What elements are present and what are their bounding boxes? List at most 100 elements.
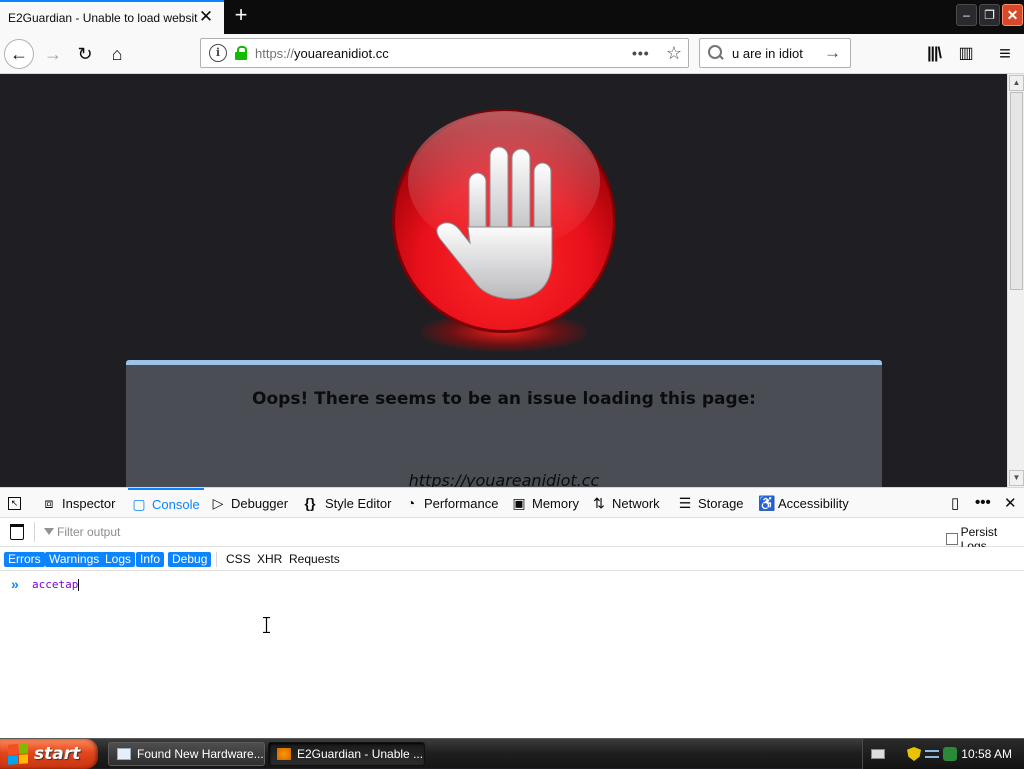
tab-console-label: Console xyxy=(152,496,200,512)
menu-icon[interactable]: ≡ xyxy=(994,43,1016,65)
page-scrollbar[interactable]: ▲ ▼ xyxy=(1007,74,1024,487)
navigation-toolbar: ← → ↻ ⌂ i https://youareanidiot.cc ••• ☆… xyxy=(0,34,1024,74)
system-tray: 10:58 AM xyxy=(862,739,1024,769)
tab-performance-label: Performance xyxy=(424,495,499,511)
hardware-window-icon xyxy=(117,748,131,760)
lock-icon[interactable] xyxy=(235,46,247,60)
filter-output-input[interactable]: Filter output xyxy=(57,525,120,539)
console-category-filters: Errors Warnings Logs Info Debug CSS XHR … xyxy=(0,547,1024,571)
element-picker-icon[interactable]: ↖ xyxy=(8,488,30,518)
library-icon[interactable]: |||\ xyxy=(923,43,945,65)
close-window-button[interactable]: ✕ xyxy=(1002,4,1023,26)
console-input[interactable]: accetap xyxy=(32,578,80,591)
start-button[interactable]: start xyxy=(0,739,98,769)
tab-network-label: Network xyxy=(612,495,660,511)
debugger-icon: ▷ xyxy=(212,494,224,511)
tab-strip: E2Guardian - Unable to load website ✕ + … xyxy=(0,0,1024,34)
site-info-icon[interactable]: i xyxy=(209,44,227,62)
text-caret xyxy=(78,579,80,591)
devtools-close-icon[interactable]: ✕ xyxy=(1004,494,1017,512)
url-host: youareanidiot.cc xyxy=(294,45,389,61)
bookmark-star-icon[interactable]: ☆ xyxy=(660,43,688,64)
devtools-panel: ↖ ⧈ Inspector ▢ Console ▷ Debugger {} Style … xyxy=(0,487,1024,739)
inspector-icon: ⧈ xyxy=(44,494,54,511)
network-icon: ⇅ xyxy=(593,494,605,511)
tab-e2guardian[interactable]: E2Guardian - Unable to load website ✕ xyxy=(0,0,224,34)
style-editor-icon: {} xyxy=(304,495,316,511)
console-filter-bar: Filter output Persist Logs xyxy=(0,518,1024,553)
filter-warnings-button[interactable]: Warnings xyxy=(45,552,104,567)
search-go-icon[interactable]: → xyxy=(824,43,850,63)
tab-accessibility[interactable]: ♿ Accessibility xyxy=(758,488,849,518)
clear-console-trash-icon[interactable] xyxy=(10,524,24,540)
task-e2guardian[interactable]: E2Guardian - Unable ... xyxy=(268,742,425,766)
filter-requests-button[interactable]: Requests xyxy=(285,552,344,567)
start-label: start xyxy=(34,744,81,764)
filter-funnel-icon xyxy=(44,528,54,535)
accessibility-icon: ♿ xyxy=(758,494,776,511)
firefox-icon xyxy=(277,748,291,760)
category-separator xyxy=(216,552,217,567)
volume-tray-icon[interactable] xyxy=(943,747,957,761)
back-button[interactable]: ← xyxy=(4,39,34,69)
filter-info-button[interactable]: Info xyxy=(136,552,165,567)
devtools-tab-bar: ↖ ⧈ Inspector ▢ Console ▷ Debugger {} Style … xyxy=(0,488,1024,518)
keyboard-icon[interactable] xyxy=(871,749,885,759)
reload-button[interactable]: ↻ xyxy=(70,39,100,69)
memory-icon: ▣ xyxy=(512,494,526,511)
persist-logs-box[interactable] xyxy=(946,533,958,545)
filter-css-button[interactable]: CSS xyxy=(222,552,255,567)
page-content: Oops! There seems to be an issue loading… xyxy=(0,74,1007,487)
filter-debug-button[interactable]: Debug xyxy=(168,552,212,567)
stop-hand-icon xyxy=(392,109,616,333)
tab-debugger[interactable]: ▷ Debugger xyxy=(211,488,289,518)
devtools-more-icon[interactable]: ••• xyxy=(975,494,991,511)
console-prompt-icon: » xyxy=(11,576,19,592)
ibeam-cursor-icon xyxy=(263,617,270,633)
windows-taskbar: start Found New Hardware... E2Guardian -… xyxy=(0,738,1024,769)
error-heading: Oops! There seems to be an issue loading… xyxy=(252,389,756,409)
performance-icon: ◔ xyxy=(406,495,416,511)
scroll-thumb[interactable] xyxy=(1010,92,1023,290)
tab-performance[interactable]: ◔ Performance xyxy=(404,488,499,518)
tab-debugger-label: Debugger xyxy=(231,495,289,511)
task-found-new-hardware[interactable]: Found New Hardware... xyxy=(108,742,265,766)
filter-errors-button[interactable]: Errors xyxy=(4,552,45,567)
filter-logs-button[interactable]: Logs xyxy=(101,552,136,567)
tab-title: E2Guardian - Unable to load website xyxy=(8,11,198,25)
maximize-button[interactable]: ❐ xyxy=(979,4,1000,26)
tab-network[interactable]: ⇅ Network xyxy=(592,488,660,518)
home-button[interactable]: ⌂ xyxy=(102,39,132,69)
filter-separator xyxy=(34,522,35,542)
tab-close-icon[interactable]: ✕ xyxy=(198,8,214,25)
url-text[interactable]: https://youareanidiot.cc xyxy=(255,46,632,61)
tab-memory[interactable]: ▣ Memory xyxy=(512,488,579,518)
console-input-text: accetap xyxy=(32,578,79,591)
sidebar-icon[interactable]: ▥ xyxy=(955,43,977,65)
tab-style-editor-label: Style Editor xyxy=(325,495,392,511)
minimize-button[interactable]: – xyxy=(956,4,977,26)
url-bar[interactable]: i https://youareanidiot.cc ••• ☆ xyxy=(200,38,689,68)
tab-storage[interactable]: ☰ Storage xyxy=(678,488,744,518)
security-shield-icon[interactable] xyxy=(907,747,921,761)
tab-console[interactable]: ▢ Console xyxy=(128,488,204,518)
windows-flag-icon xyxy=(8,743,28,765)
dock-toggle-icon[interactable]: ▯ xyxy=(951,494,959,512)
network-tray-icon[interactable] xyxy=(925,750,939,758)
tab-style-editor[interactable]: {} Style Editor xyxy=(301,488,392,518)
scroll-up-arrow-icon[interactable]: ▲ xyxy=(1009,75,1024,91)
task-label: Found New Hardware... xyxy=(137,747,264,761)
search-bar[interactable]: u are in idiot → xyxy=(699,38,851,68)
new-tab-button[interactable]: + xyxy=(230,4,252,27)
scroll-down-arrow-icon[interactable]: ▼ xyxy=(1009,470,1024,486)
task-label: E2Guardian - Unable ... xyxy=(297,747,424,761)
tab-accessibility-label: Accessibility xyxy=(778,495,849,511)
console-output[interactable]: » accetap xyxy=(0,571,1024,739)
tab-inspector[interactable]: ⧈ Inspector xyxy=(42,488,116,518)
tab-inspector-label: Inspector xyxy=(62,495,116,511)
tab-storage-label: Storage xyxy=(698,495,744,511)
forward-button[interactable]: → xyxy=(38,39,68,69)
page-actions-icon[interactable]: ••• xyxy=(632,45,660,61)
filter-xhr-button[interactable]: XHR xyxy=(253,552,286,567)
search-input[interactable]: u are in idiot xyxy=(732,46,824,61)
